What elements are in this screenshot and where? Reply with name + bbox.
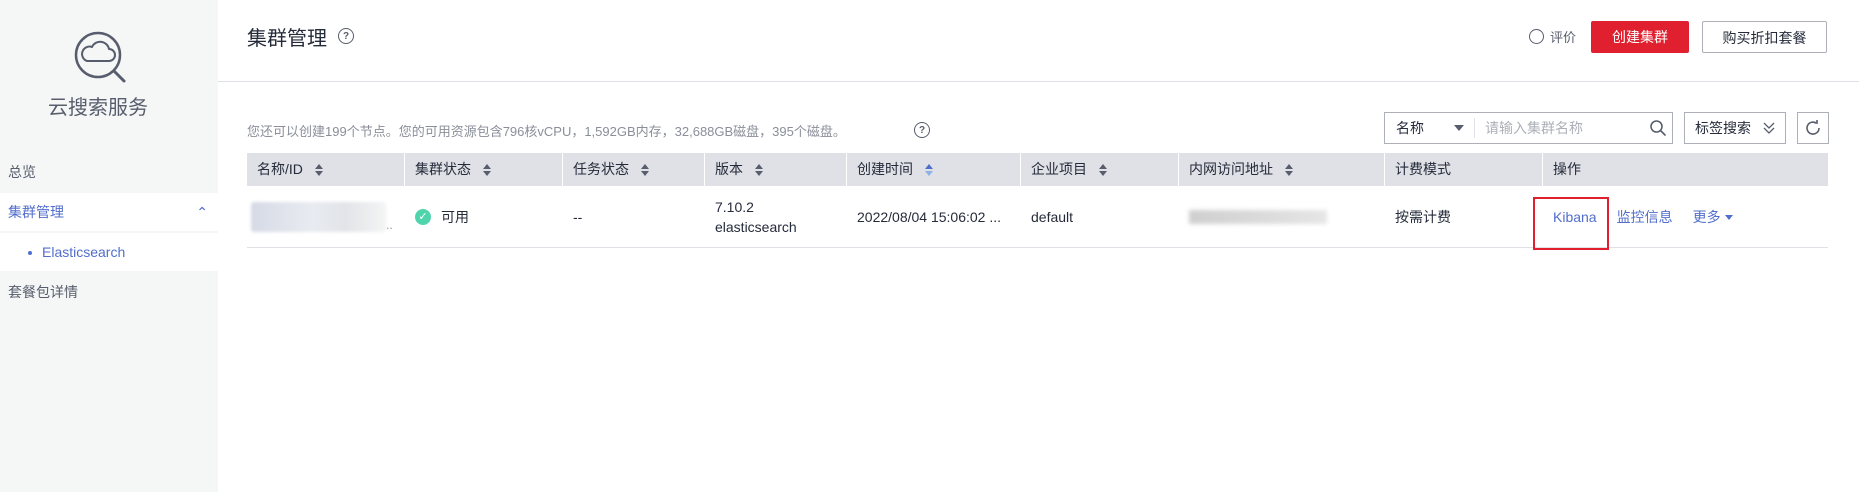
sidebar-item-elasticsearch[interactable]: Elasticsearch	[0, 233, 218, 271]
column-header-label: 计费模式	[1395, 161, 1451, 177]
search-input[interactable]	[1475, 113, 1644, 143]
monitor-info-link[interactable]: 监控信息	[1617, 207, 1673, 227]
search-field-select[interactable]: 名称	[1385, 118, 1475, 138]
sidebar-item-label: 总览	[8, 164, 36, 180]
column-header-label: 企业项目	[1031, 161, 1087, 177]
cell-actions: Kibana 监控信息 更多	[1543, 186, 1828, 247]
service-name: 云搜索服务	[48, 97, 148, 119]
column-header-label: 任务状态	[573, 161, 629, 177]
tag-search-label: 标签搜索	[1695, 120, 1751, 136]
sort-icon[interactable]	[1285, 164, 1293, 177]
column-header-label: 操作	[1553, 161, 1581, 177]
column-header-name[interactable]: 名称/ID	[247, 153, 405, 186]
billing-mode-text: 按需计费	[1395, 208, 1451, 225]
column-header-label: 集群状态	[415, 161, 471, 177]
status-text: 可用	[441, 208, 469, 225]
cell-created-time: 2022/08/04 15:06:02 ...	[847, 186, 1021, 247]
search-icon[interactable]	[1644, 114, 1672, 142]
double-chevron-down-icon	[1763, 113, 1775, 154]
column-header-label: 创建时间	[857, 161, 913, 177]
sort-icon[interactable]	[483, 164, 491, 177]
cell-version: 7.10.2 elasticsearch	[705, 186, 847, 247]
column-header-created-time[interactable]: 创建时间	[847, 153, 1021, 186]
cell-cluster-status: ✓ 可用	[405, 186, 563, 247]
column-header-cluster-status[interactable]: 集群状态	[405, 153, 563, 186]
cluster-table: 名称/ID 集群状态 任务状态 版本 创建时间 企业项目 内网访问地址 计费模式…	[247, 153, 1828, 248]
buy-discount-package-button[interactable]: 购买折扣套餐	[1702, 21, 1827, 53]
sidebar-item-label: 套餐包详情	[8, 284, 78, 300]
sort-icon[interactable]	[641, 164, 649, 177]
column-header-task-status[interactable]: 任务状态	[563, 153, 705, 186]
feedback-link[interactable]: 评价	[1529, 27, 1576, 46]
redacted-cluster-name	[251, 201, 386, 232]
refresh-button[interactable]	[1797, 112, 1829, 144]
kibana-link[interactable]: Kibana	[1553, 209, 1597, 225]
column-header-label: 内网访问地址	[1189, 161, 1273, 177]
header-divider	[218, 81, 1859, 82]
sort-icon[interactable]	[314, 164, 323, 177]
chevron-up-icon: ⌃	[196, 204, 208, 220]
cell-billing-mode: 按需计费	[1385, 186, 1543, 247]
cell-enterprise-project: default	[1021, 186, 1179, 247]
name-ellipsis: ..	[386, 217, 393, 232]
quota-help-icon[interactable]: ?	[914, 122, 930, 138]
help-icon[interactable]: ?	[338, 28, 354, 44]
enterprise-project-text: default	[1031, 208, 1074, 225]
version-type: elasticsearch	[715, 218, 797, 235]
search-field-value: 名称	[1396, 120, 1424, 136]
create-cluster-button[interactable]: 创建集群	[1591, 21, 1689, 53]
sidebar-item-cluster-management[interactable]: 集群管理 ⌃	[0, 193, 218, 231]
tag-search-button[interactable]: 标签搜索	[1684, 112, 1786, 144]
table-row: .. ✓ 可用 -- 7.10.2 elasticsearch 2022/08/…	[247, 186, 1828, 248]
sidebar-item-label: Elasticsearch	[42, 244, 126, 260]
redacted-address	[1189, 209, 1327, 224]
column-header-label: 名称/ID	[257, 161, 303, 177]
sort-icon[interactable]	[755, 164, 763, 177]
task-status-text: --	[573, 208, 583, 225]
caret-down-icon	[1454, 125, 1464, 131]
column-header-billing-mode: 计费模式	[1385, 153, 1543, 186]
column-header-version[interactable]: 版本	[705, 153, 847, 186]
sidebar: 云搜索服务 总览 集群管理 ⌃ Elasticsearch 套餐包详情	[0, 0, 218, 492]
version-number: 7.10.2	[715, 198, 754, 215]
column-header-private-address[interactable]: 内网访问地址	[1179, 153, 1385, 186]
cell-task-status: --	[563, 186, 705, 247]
column-header-actions: 操作	[1543, 153, 1828, 186]
page-title: 集群管理	[247, 28, 327, 50]
sidebar-item-label: 集群管理	[8, 204, 64, 220]
sort-icon[interactable]	[1099, 164, 1107, 177]
created-time-text: 2022/08/04 15:06:02 ...	[857, 208, 1002, 225]
cell-name[interactable]: ..	[247, 186, 405, 247]
check-circle-icon: ✓	[415, 208, 431, 225]
feedback-label: 评价	[1550, 30, 1577, 45]
bullet-icon	[28, 251, 32, 256]
smile-icon	[1529, 29, 1544, 44]
caret-down-icon	[1724, 215, 1733, 221]
table-header: 名称/ID 集群状态 任务状态 版本 创建时间 企业项目 内网访问地址 计费模式…	[247, 153, 1828, 186]
sidebar-item-package-details[interactable]: 套餐包详情	[0, 273, 218, 311]
refresh-icon	[1806, 120, 1820, 135]
cloud-search-logo-icon	[74, 31, 126, 83]
search-bar: 名称	[1384, 112, 1673, 144]
sidebar-item-overview[interactable]: 总览	[0, 153, 218, 191]
quota-text: 您还可以创建199个节点。您的可用资源包含796核vCPU，1,592GB内存，…	[247, 124, 846, 139]
sort-icon[interactable]	[925, 164, 933, 177]
cell-private-address	[1179, 186, 1385, 247]
more-dropdown[interactable]: 更多	[1693, 207, 1733, 227]
column-header-label: 版本	[715, 161, 743, 177]
more-label: 更多	[1692, 208, 1721, 225]
column-header-enterprise-project[interactable]: 企业项目	[1021, 153, 1179, 186]
